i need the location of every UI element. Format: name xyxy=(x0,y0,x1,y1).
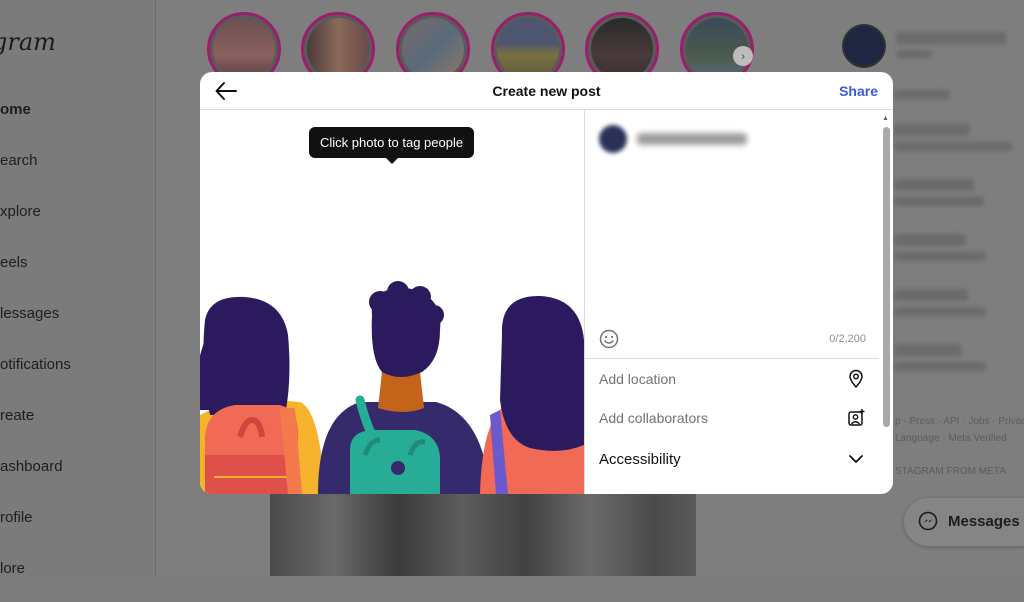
sidebar-item-messages[interactable]: lessages xyxy=(0,296,71,347)
sidebar-item-reels[interactable]: eels xyxy=(0,245,71,296)
blurred-text xyxy=(894,307,986,316)
sidebar-item-home[interactable]: ome xyxy=(0,92,71,143)
footer-brand: STAGRAM FROM META xyxy=(895,466,1006,477)
sidebar-item-dashboard[interactable]: ashboard xyxy=(0,449,71,500)
stories-next-icon[interactable]: › xyxy=(733,46,753,66)
add-collaborator-icon xyxy=(848,409,865,426)
tag-people-tooltip: Click photo to tag people xyxy=(309,127,475,158)
add-location-row[interactable]: Add location xyxy=(585,358,879,398)
modal-header: Create new post Share xyxy=(200,72,893,110)
caption-input[interactable] xyxy=(585,160,879,320)
scroll-up-icon[interactable]: ▲ xyxy=(882,115,889,122)
sidebar-nav: ome earch xplore eels lessages otificati… xyxy=(0,92,71,602)
blurred-text xyxy=(894,344,962,356)
sidebar-item-more[interactable]: lore xyxy=(0,551,71,602)
blurred-text xyxy=(894,234,966,246)
blurred-text xyxy=(896,50,932,58)
sidebar-item-explore[interactable]: xplore xyxy=(0,194,71,245)
feed-post-image xyxy=(270,490,696,576)
messages-label: Messages xyxy=(948,513,1020,530)
caption-char-count: 0/2,200 xyxy=(829,333,866,345)
blurred-text xyxy=(894,197,984,206)
blurred-username xyxy=(637,133,747,145)
blurred-text xyxy=(894,252,986,261)
post-details-panel: 0/2,200 Add location Add collaborators A… xyxy=(584,110,893,494)
blurred-username xyxy=(896,32,1006,44)
tooltip-arrow xyxy=(386,158,398,164)
footer-links: p · Press · API · Jobs · Privac xyxy=(895,416,1024,427)
avatar[interactable] xyxy=(842,24,886,68)
messenger-icon xyxy=(918,511,938,531)
blurred-text xyxy=(894,289,968,301)
add-collaborators-row[interactable]: Add collaborators xyxy=(585,398,879,438)
modal-title: Create new post xyxy=(492,83,601,99)
people-illustration xyxy=(200,281,584,494)
location-pin-icon xyxy=(849,369,863,388)
share-button[interactable]: Share xyxy=(839,83,878,99)
emoji-icon[interactable] xyxy=(599,329,619,349)
instagram-logo: gram xyxy=(0,28,56,56)
sidebar-item-search[interactable]: earch xyxy=(0,143,71,194)
chevron-down-icon xyxy=(849,455,863,463)
add-collaborators-label: Add collaborators xyxy=(599,410,708,426)
blurred-text xyxy=(894,90,950,99)
add-location-label: Add location xyxy=(599,371,677,387)
post-photo[interactable]: Click photo to tag people xyxy=(200,110,584,494)
footer-meta: Language · Meta Verified xyxy=(895,433,1007,444)
sidebar-item-notifications[interactable]: otifications xyxy=(0,347,71,398)
blurred-text xyxy=(894,142,1012,151)
panel-scrollbar[interactable]: ▲ xyxy=(881,112,893,494)
blurred-text xyxy=(894,362,986,371)
sidebar-item-create[interactable]: reate xyxy=(0,398,71,449)
scroll-thumb[interactable] xyxy=(883,127,890,427)
avatar xyxy=(599,125,627,153)
accessibility-label: Accessibility xyxy=(599,451,681,468)
blurred-text xyxy=(894,179,974,191)
blurred-text xyxy=(894,124,970,136)
sidebar: gram ome earch xplore eels lessages otif… xyxy=(0,0,156,577)
accessibility-row[interactable]: Accessibility xyxy=(585,439,879,479)
sidebar-item-profile[interactable]: rofile xyxy=(0,500,71,551)
create-post-modal: Create new post Share Click photo to tag… xyxy=(200,72,893,494)
messages-button[interactable]: Messages xyxy=(904,498,1024,546)
